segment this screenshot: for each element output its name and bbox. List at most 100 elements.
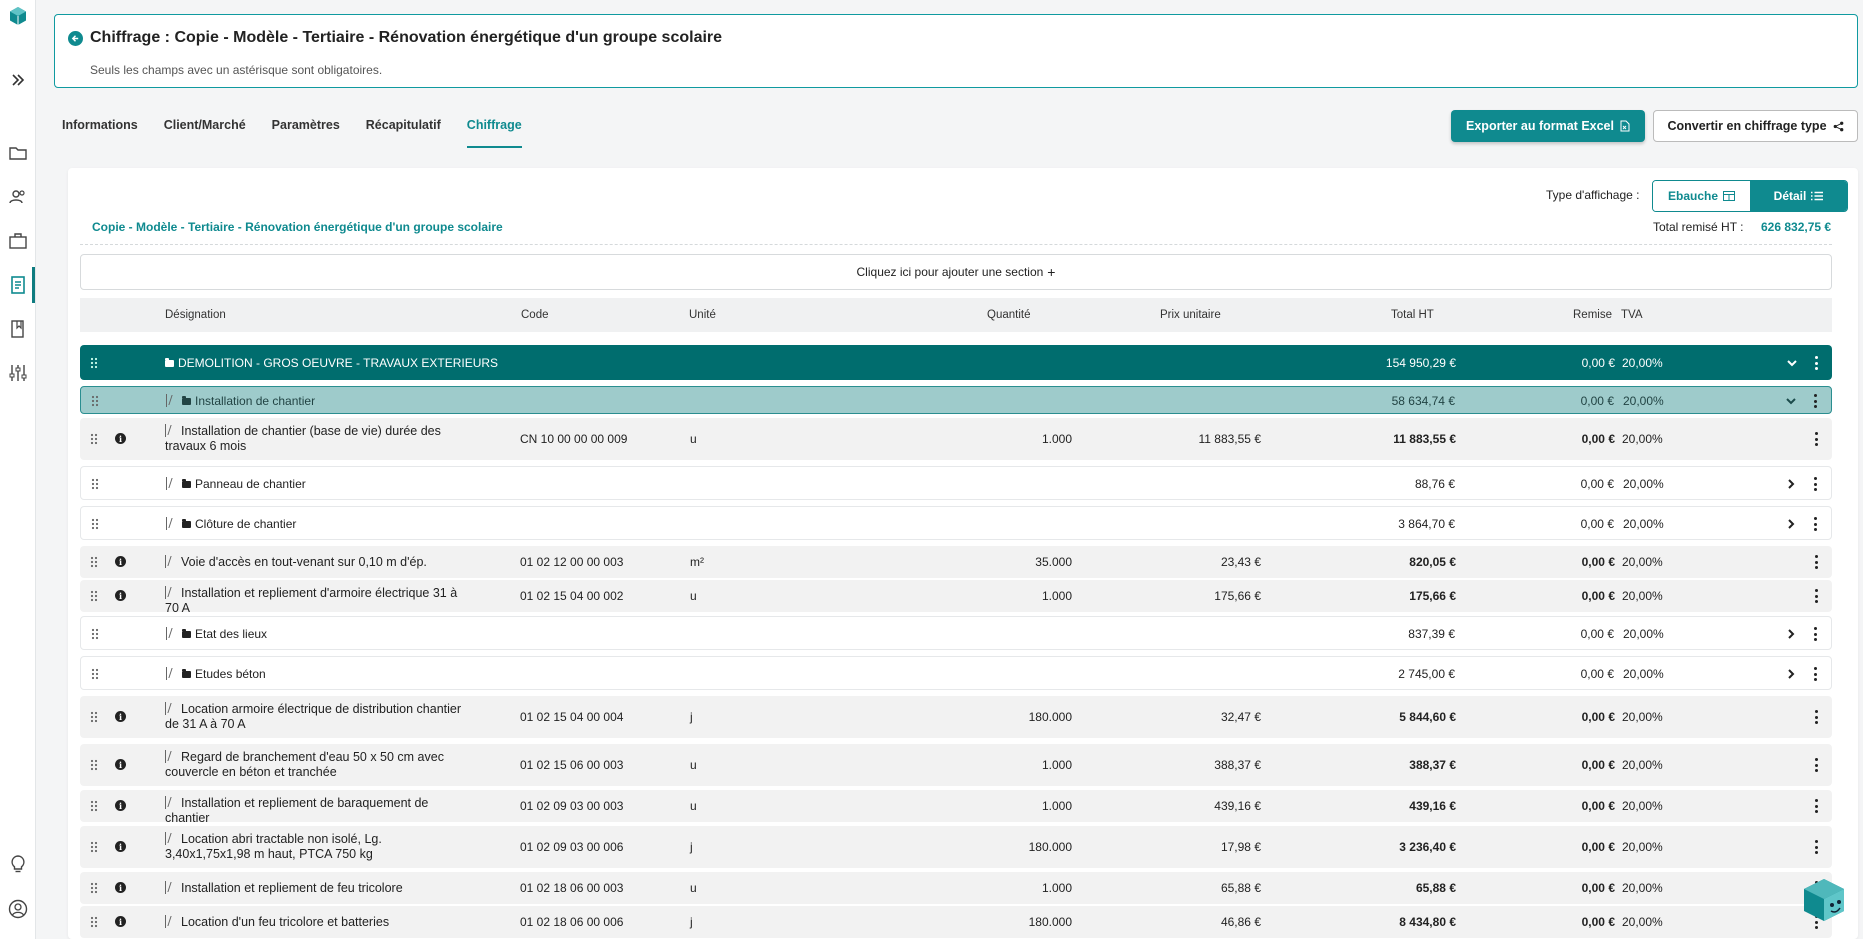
table-row[interactable]: i Installation de chantier (base de vie) … xyxy=(80,418,1832,460)
tab-parametres[interactable]: Paramètres xyxy=(272,118,340,148)
folder-row[interactable]: Etudes béton 2 745,00 € 0,00 € 20,00% xyxy=(80,656,1832,690)
drag-handle-icon[interactable] xyxy=(90,916,98,928)
vat-cell: 20,00% xyxy=(1622,799,1663,813)
drag-handle-icon[interactable] xyxy=(90,357,98,369)
folder-row[interactable]: Panneau de chantier 88,76 € 0,00 € 20,00% xyxy=(80,466,1832,500)
unit-price-cell: 11 883,55 € xyxy=(1198,432,1261,446)
designation-cell: Panneau de chantier xyxy=(166,477,766,492)
table-row[interactable]: i Voie d'accès en tout-venant sur 0,10 m … xyxy=(80,546,1832,578)
info-icon[interactable]: i xyxy=(115,882,126,893)
drag-handle-icon[interactable] xyxy=(90,590,98,602)
tab-chiffrage[interactable]: Chiffrage xyxy=(466,118,522,148)
back-arrow-icon[interactable] xyxy=(68,31,83,46)
drag-handle-icon[interactable] xyxy=(90,882,98,894)
chevron-right-icon[interactable] xyxy=(1785,628,1797,640)
col-unit[interactable]: Unité xyxy=(689,309,716,321)
folder-icon[interactable] xyxy=(8,143,28,163)
more-options-icon[interactable] xyxy=(1814,432,1818,446)
more-options-icon[interactable] xyxy=(1813,667,1817,681)
lightbulb-icon[interactable] xyxy=(8,854,28,874)
drag-handle-icon[interactable] xyxy=(90,556,98,568)
draft-view-button[interactable]: Ebauche xyxy=(1653,181,1750,211)
convert-template-button[interactable]: Convertir en chiffrage type xyxy=(1653,110,1858,142)
briefcase-icon[interactable] xyxy=(8,231,28,251)
info-icon[interactable]: i xyxy=(115,759,126,770)
col-vat[interactable]: TVA xyxy=(1621,309,1643,321)
info-icon[interactable]: i xyxy=(115,556,126,567)
more-options-icon[interactable] xyxy=(1814,555,1818,569)
drag-handle-icon[interactable] xyxy=(91,518,99,530)
export-excel-button[interactable]: Exporter au format Excel xyxy=(1451,110,1645,142)
more-options-icon[interactable] xyxy=(1813,517,1817,531)
settings-sliders-icon[interactable] xyxy=(8,363,28,383)
code-cell: 01 02 15 04 00 004 xyxy=(520,710,624,724)
tab-recapitulatif[interactable]: Récapitulatif xyxy=(366,118,441,148)
table-row[interactable]: i Installation et repliement de feu trico… xyxy=(80,872,1832,904)
subsection-row[interactable]: Installation de chantier 58 634,74 € 0,00 … xyxy=(80,386,1832,414)
more-options-icon[interactable] xyxy=(1813,394,1817,408)
drag-handle-icon[interactable] xyxy=(90,800,98,812)
tree-branch-icon xyxy=(165,832,175,845)
more-options-icon[interactable] xyxy=(1814,840,1818,854)
vat-cell: 20,00% xyxy=(1622,915,1663,929)
more-options-icon[interactable] xyxy=(1813,627,1817,641)
col-quantity[interactable]: Quantité xyxy=(987,309,1030,321)
col-designation[interactable]: Désignation xyxy=(165,309,226,321)
more-options-icon[interactable] xyxy=(1814,710,1818,724)
table-row[interactable]: i Location abri tractable non isolé, Lg. … xyxy=(80,826,1832,868)
user-profile-icon[interactable] xyxy=(8,899,28,919)
folder-row[interactable]: Etat des lieux 837,39 € 0,00 € 20,00% xyxy=(80,616,1832,650)
detail-view-button[interactable]: Détail xyxy=(1750,181,1847,211)
drag-handle-icon[interactable] xyxy=(91,478,99,490)
table-row[interactable]: i Regard de branchement d'eau 50 x 50 cm … xyxy=(80,744,1832,786)
more-options-icon[interactable] xyxy=(1814,356,1818,370)
tab-informations[interactable]: Informations xyxy=(62,118,138,148)
table-row[interactable]: i Location d'un feu tricolore et batterie… xyxy=(80,906,1832,938)
library-icon[interactable] xyxy=(8,319,28,339)
folder-icon xyxy=(182,669,191,678)
drag-handle-icon[interactable] xyxy=(90,433,98,445)
drag-handle-icon[interactable] xyxy=(90,841,98,853)
app-logo-icon[interactable] xyxy=(8,6,28,26)
drag-handle-icon[interactable] xyxy=(90,759,98,771)
col-code[interactable]: Code xyxy=(521,309,549,321)
chevron-right-icon[interactable] xyxy=(1785,668,1797,680)
expand-sidebar-icon[interactable] xyxy=(8,70,28,90)
contacts-icon[interactable] xyxy=(8,187,28,207)
col-discount[interactable]: Remise xyxy=(1573,309,1612,321)
info-icon[interactable]: i xyxy=(115,433,126,444)
chevron-down-icon[interactable] xyxy=(1786,357,1798,369)
drag-handle-icon[interactable] xyxy=(90,711,98,723)
info-icon[interactable]: i xyxy=(115,841,126,852)
info-icon[interactable]: i xyxy=(115,590,126,601)
drag-handle-icon[interactable] xyxy=(91,628,99,640)
chevron-down-icon[interactable] xyxy=(1785,395,1797,407)
quote-document-icon[interactable] xyxy=(8,275,28,295)
chevron-right-icon[interactable] xyxy=(1785,518,1797,530)
drag-handle-icon[interactable] xyxy=(91,395,99,407)
tree-branch-icon xyxy=(166,517,176,530)
chevron-right-icon[interactable] xyxy=(1785,478,1797,490)
discount-cell: 0,00 € xyxy=(1581,758,1615,772)
col-total-ht[interactable]: Total HT xyxy=(1391,309,1434,321)
code-cell: 01 02 09 03 00 003 xyxy=(520,799,624,813)
folder-row[interactable]: Clôture de chantier 3 864,70 € 0,00 € 20,00… xyxy=(80,506,1832,540)
more-options-icon[interactable] xyxy=(1814,799,1818,813)
table-row[interactable]: i Installation et repliement d'armoire él… xyxy=(80,580,1832,615)
assistant-mascot-icon[interactable] xyxy=(1800,876,1848,924)
table-row[interactable]: i Installation et repliement de baraqueme… xyxy=(80,790,1832,825)
designation-text: Installation et repliement d'armoire éle… xyxy=(165,586,458,615)
tab-client-marche[interactable]: Client/Marché xyxy=(164,118,246,148)
col-unit-price[interactable]: Prix unitaire xyxy=(1160,309,1221,321)
info-icon[interactable]: i xyxy=(115,800,126,811)
more-options-icon[interactable] xyxy=(1814,758,1818,772)
info-icon[interactable]: i xyxy=(115,916,126,927)
more-options-icon[interactable] xyxy=(1813,477,1817,491)
drag-handle-icon[interactable] xyxy=(91,668,99,680)
more-options-icon[interactable] xyxy=(1814,589,1818,603)
quantity-cell: 35.000 xyxy=(1035,555,1072,569)
add-section-button[interactable]: Cliquez ici pour ajouter une section + xyxy=(80,254,1832,290)
table-row[interactable]: i Location armoire électrique de distribu… xyxy=(80,696,1832,738)
section-row[interactable]: DEMOLITION - GROS OEUVRE - TRAVAUX EXTER… xyxy=(80,345,1832,380)
info-icon[interactable]: i xyxy=(115,711,126,722)
